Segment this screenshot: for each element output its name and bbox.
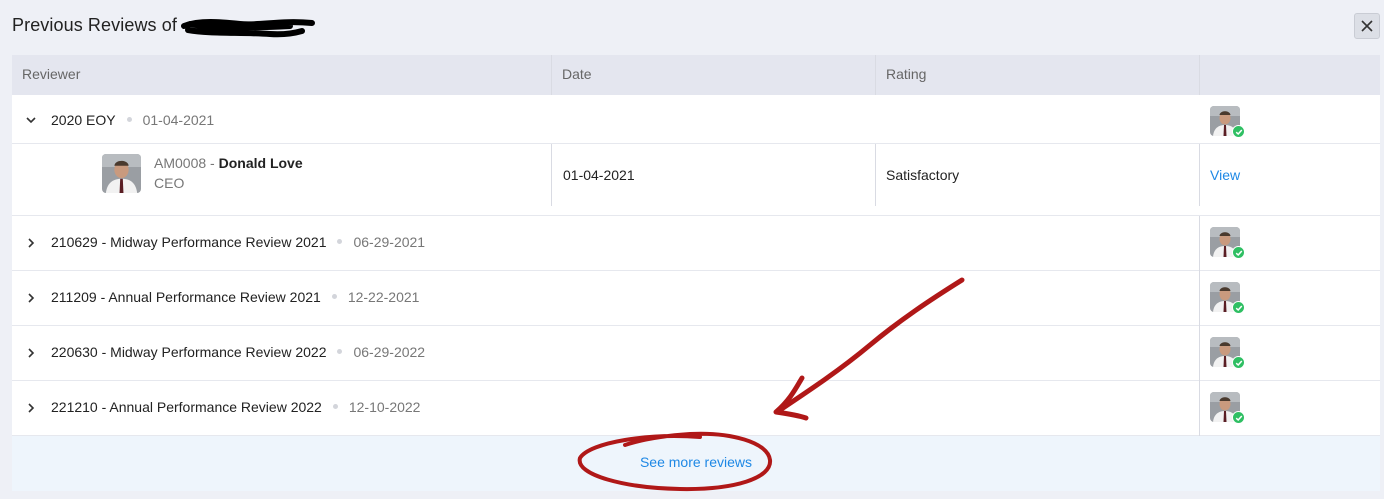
review-row[interactable]: 211209 - Annual Performance Review 2021 1… (12, 271, 1380, 326)
dialog-header: Previous Reviews of (0, 0, 1384, 52)
table-header: Reviewer Date Rating (12, 55, 1380, 95)
reviewer-avatar[interactable] (1210, 392, 1245, 424)
dialog-title: Previous Reviews of (12, 15, 177, 35)
chevron-right-icon[interactable] (24, 401, 38, 415)
rating-cell: Satisfactory (886, 167, 960, 183)
close-button[interactable] (1354, 13, 1380, 39)
review-row[interactable]: 220630 - Midway Performance Review 2022 0… (12, 326, 1380, 381)
view-link[interactable]: View (1210, 167, 1240, 183)
review-title: 210629 - Midway Performance Review 2021 0… (51, 234, 426, 250)
reviewer-detail-row: AM0008 - Donald Love CEO 01-04-2021 Sati… (12, 144, 1380, 216)
employee-id: AM0008 (154, 155, 207, 171)
column-header-actions (1200, 55, 1380, 95)
review-row[interactable]: 2020 EOY 01-04-2021 (12, 95, 1380, 144)
reviewer-avatar[interactable] (1210, 106, 1245, 138)
chevron-right-icon[interactable] (24, 346, 38, 360)
review-title: 220630 - Midway Performance Review 2022 0… (51, 344, 426, 360)
reviewer-name: Donald Love (218, 155, 303, 171)
avatar (102, 154, 141, 193)
review-date: 01-04-2021 (142, 112, 215, 128)
review-date: 12-10-2022 (348, 399, 421, 415)
column-header-rating: Rating (886, 66, 927, 82)
reviewer-avatar[interactable] (1210, 282, 1245, 314)
table-footer: See more reviews (12, 436, 1380, 491)
check-icon (1232, 356, 1245, 369)
reviewer-id-name: AM0008 - Donald Love (154, 155, 303, 171)
review-title: 211209 - Annual Performance Review 2021 1… (51, 289, 420, 305)
column-header-date: Date (562, 66, 592, 82)
reviewer-avatar[interactable] (1210, 337, 1245, 369)
review-date: 12-22-2021 (347, 289, 420, 305)
reviewer-avatar[interactable] (1210, 227, 1245, 259)
redaction-mark (181, 19, 315, 38)
column-header-reviewer: Reviewer (22, 66, 81, 82)
check-icon (1232, 246, 1245, 259)
review-date: 06-29-2021 (353, 234, 426, 250)
chevron-right-icon[interactable] (24, 236, 38, 250)
chevron-right-icon[interactable] (24, 291, 38, 305)
review-date: 06-29-2022 (353, 344, 426, 360)
review-title: 2020 EOY 01-04-2021 (51, 112, 215, 128)
review-date-cell: 01-04-2021 (563, 167, 635, 183)
review-row[interactable]: 210629 - Midway Performance Review 2021 0… (12, 216, 1380, 271)
see-more-reviews-link[interactable]: See more reviews (640, 454, 752, 470)
check-icon (1232, 411, 1245, 424)
review-row[interactable]: 221210 - Annual Performance Review 2022 1… (12, 381, 1380, 436)
chevron-down-icon[interactable] (24, 113, 38, 127)
check-icon (1232, 301, 1245, 314)
review-title: 221210 - Annual Performance Review 2022 1… (51, 399, 421, 415)
reviews-table: Reviewer Date Rating 2020 EOY 01-04-2021 … (12, 55, 1380, 491)
reviewer-role: CEO (154, 175, 185, 191)
close-icon (1361, 20, 1373, 32)
check-icon (1232, 125, 1245, 138)
